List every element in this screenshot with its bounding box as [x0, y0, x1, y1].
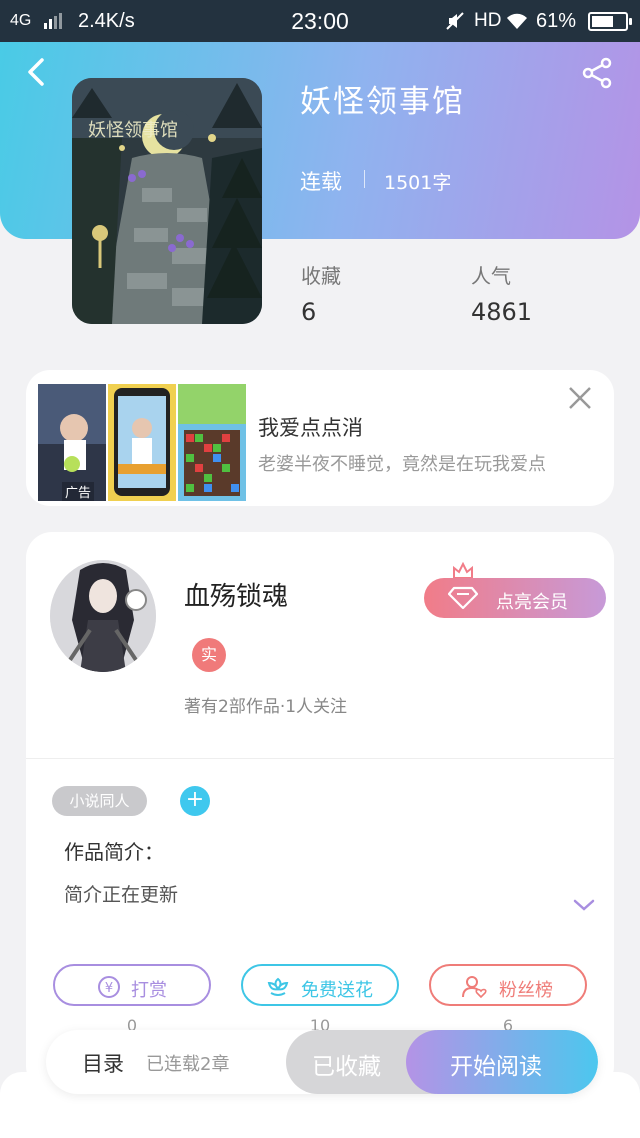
share-icon[interactable]	[580, 56, 614, 90]
divider	[364, 170, 365, 188]
svg-text:¥: ¥	[105, 981, 113, 996]
book-title: 妖怪领事馆	[300, 84, 465, 120]
book-cover[interactable]: 妖怪领事馆	[72, 78, 262, 324]
tag-chip[interactable]: 小说同人	[52, 786, 147, 816]
ad-title: 我爱点点消	[258, 416, 363, 440]
send-flower-button[interactable]: 免费送花	[241, 964, 399, 1006]
close-icon[interactable]	[566, 384, 594, 412]
favorites-count: 6	[301, 298, 317, 326]
battery-percent: 61%	[536, 10, 577, 32]
mute-icon	[446, 12, 464, 30]
divider	[26, 758, 614, 759]
collected-label: 已收藏	[312, 1054, 381, 1080]
intro-text: 简介正在更新	[64, 884, 179, 906]
vip-label: 点亮会员	[496, 592, 568, 613]
add-tag-button[interactable]: +	[180, 786, 210, 816]
hd-indicator: HD	[474, 10, 502, 31]
toc-button[interactable]: 目录	[82, 1048, 124, 1078]
author-name[interactable]: 血殇锁魂	[184, 576, 288, 613]
popularity-count: 4861	[471, 298, 533, 326]
start-reading-button[interactable]: 开始阅读	[406, 1030, 598, 1094]
ad-image	[178, 384, 246, 501]
book-status: 连载	[300, 170, 342, 194]
avatar[interactable]	[50, 560, 156, 672]
reward-label: 打赏	[131, 980, 167, 1001]
intro-heading: 作品简介：	[64, 840, 164, 864]
start-reading-label: 开始阅读	[450, 1054, 542, 1080]
fan-icon	[462, 976, 487, 999]
bottom-bar: 目录 已连载2章 已收藏 开始阅读	[46, 1030, 598, 1094]
fan-ranking-button[interactable]: 粉丝榜	[429, 964, 587, 1006]
vip-button[interactable]: 点亮会员	[424, 578, 606, 618]
favorites-label: 收藏	[301, 264, 341, 288]
verified-badge: 实	[192, 638, 226, 672]
status-bar: 4G 2.4K/s 23:00 HD 61%	[0, 0, 640, 42]
popularity-label: 人气	[471, 264, 511, 288]
word-count: 1501字	[384, 172, 452, 194]
reward-button[interactable]: ¥ 打赏	[53, 964, 211, 1006]
author-meta: 著有2部作品·1人关注	[184, 697, 348, 717]
ad-banner[interactable]: 广告 我爱点点消 老婆半夜不睡觉，竟然是在玩我爱点	[26, 370, 614, 506]
battery-icon	[588, 12, 632, 31]
chapter-count: 已连载2章	[146, 1054, 230, 1075]
flower-icon	[267, 977, 289, 996]
fan-ranking-label: 粉丝榜	[499, 980, 553, 1001]
chevron-down-icon[interactable]	[572, 896, 596, 914]
send-flower-label: 免费送花	[301, 980, 373, 1001]
coin-icon: ¥	[98, 976, 120, 998]
ad-description: 老婆半夜不睡觉，竟然是在玩我爱点	[258, 454, 546, 475]
diamond-icon	[448, 586, 478, 610]
wifi-icon	[507, 13, 527, 29]
svg-text:妖怪领事馆: 妖怪领事馆	[88, 120, 178, 141]
back-icon[interactable]	[22, 56, 54, 88]
ad-image	[108, 384, 176, 501]
ad-badge: 广告	[62, 482, 95, 501]
